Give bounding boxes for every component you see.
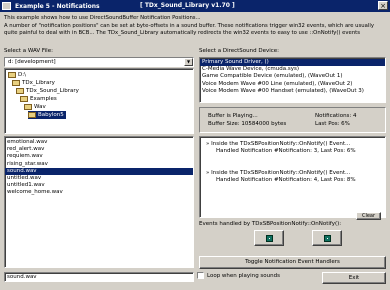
- events-label: Events handled by TDxSBPositionNotify::O…: [199, 221, 342, 227]
- status-panel: Buffer is Playing... Buffer Size: 105840…: [199, 107, 386, 133]
- filename-value: sound.wav: [7, 274, 37, 280]
- app-icon: [2, 2, 11, 10]
- file-item[interactable]: emotional.wav: [5, 139, 193, 146]
- description: This example shows how to use DirectSoun…: [4, 15, 386, 38]
- folder-open-icon: [24, 104, 32, 110]
- filename-input[interactable]: sound.wav: [4, 272, 194, 282]
- file-item[interactable]: untitled.wav: [5, 175, 193, 182]
- folder-item-selected[interactable]: Babylon5: [28, 111, 66, 119]
- loop-checkbox[interactable]: [197, 272, 204, 279]
- buffer-size: Buffer Size: 10584000 bytes: [208, 121, 287, 127]
- log-line: Handled Notification #Notification: 3, L…: [216, 148, 356, 154]
- file-item[interactable]: welcome_home.wav: [5, 189, 193, 196]
- device-label: Select a DirectSound Device:: [199, 48, 280, 54]
- file-item[interactable]: requiem.wav: [5, 153, 193, 160]
- file-item-selected[interactable]: sound.wav: [5, 167, 193, 175]
- title-bar: Example 5 - Notifications [ TDx_Sound_Li…: [0, 0, 390, 12]
- buffer-state: Buffer is Playing...: [208, 113, 258, 119]
- drive-value: d: [development]: [8, 59, 56, 65]
- clear-button[interactable]: Clear: [356, 212, 381, 220]
- folder-open-icon: [28, 112, 36, 118]
- log-line: » Inside the TDxSBPositionNotify::OnNoti…: [206, 170, 351, 176]
- device-item[interactable]: Voice Modem Wave #00 Line (emulated), (W…: [200, 81, 385, 88]
- folder-open-icon: [16, 88, 24, 94]
- close-button[interactable]: ×: [378, 1, 388, 10]
- device-item[interactable]: Game Compatible Device (emulated), (Wave…: [200, 73, 385, 80]
- description-line-1: This example shows how to use DirectSoun…: [4, 15, 201, 21]
- event-handler-icon: [265, 234, 273, 242]
- exit-button[interactable]: Exit: [322, 272, 386, 284]
- device-item[interactable]: Voice Modem Wave #00 Handset (emulated),…: [200, 88, 385, 95]
- folder-item[interactable]: TDx_Library: [12, 79, 55, 87]
- event-log[interactable]: » Inside the TDxSBPositionNotify::OnNoti…: [199, 136, 386, 218]
- file-list[interactable]: emotional.wav red_alert.wav requiem.wav …: [4, 136, 194, 268]
- folder-open-icon: [20, 96, 28, 102]
- description-line-2: A number of "notification positions" can…: [4, 22, 374, 29]
- file-item[interactable]: rising_star.wav: [5, 161, 193, 168]
- window-title: Example 5 - Notifications: [15, 2, 100, 10]
- file-item[interactable]: untitled1.wav: [5, 182, 193, 189]
- folder-open-icon: [12, 80, 20, 86]
- notification-count: Notifications: 4: [315, 113, 357, 119]
- toggle-handlers-button[interactable]: Toggle Notification Event Handlers: [199, 256, 386, 269]
- folder-item[interactable]: Examples: [20, 95, 57, 103]
- log-line: Handled Notification #Notification: 4, L…: [216, 177, 356, 183]
- loop-label: Loop when playing sounds: [207, 273, 280, 279]
- device-list[interactable]: Primary Sound Driver, () C-Media Wave De…: [199, 57, 386, 103]
- file-item[interactable]: red_alert.wav: [5, 146, 193, 153]
- folder-open-icon: [8, 72, 16, 78]
- folder-tree[interactable]: D:\ TDx_Library TDx_Sound_Library Exampl…: [4, 68, 194, 134]
- chevron-down-icon[interactable]: ▼: [184, 58, 193, 66]
- last-position: Last Pos: 6%: [315, 121, 350, 127]
- device-item-selected[interactable]: Primary Sound Driver, (): [200, 59, 385, 67]
- folder-item[interactable]: D:\: [8, 71, 26, 79]
- app-title: [ TDx_Sound_Library v1.70 ]: [140, 2, 235, 9]
- folder-item[interactable]: Wav: [24, 103, 46, 111]
- log-line: » Inside the TDxSBPositionNotify::OnNoti…: [206, 141, 351, 147]
- folder-item[interactable]: TDx_Sound_Library: [16, 87, 79, 95]
- notification-handler-button-1[interactable]: [254, 230, 284, 246]
- event-handler-icon: [323, 234, 331, 242]
- description-line-3: quite painful to deal with in BCB... The…: [4, 30, 361, 36]
- wav-file-label: Select a WAV File:: [4, 48, 53, 54]
- drive-combo[interactable]: d: [development] ▼: [4, 57, 194, 67]
- device-item[interactable]: C-Media Wave Device, (cmuda.sys): [200, 66, 385, 73]
- notification-handler-button-2[interactable]: [312, 230, 342, 246]
